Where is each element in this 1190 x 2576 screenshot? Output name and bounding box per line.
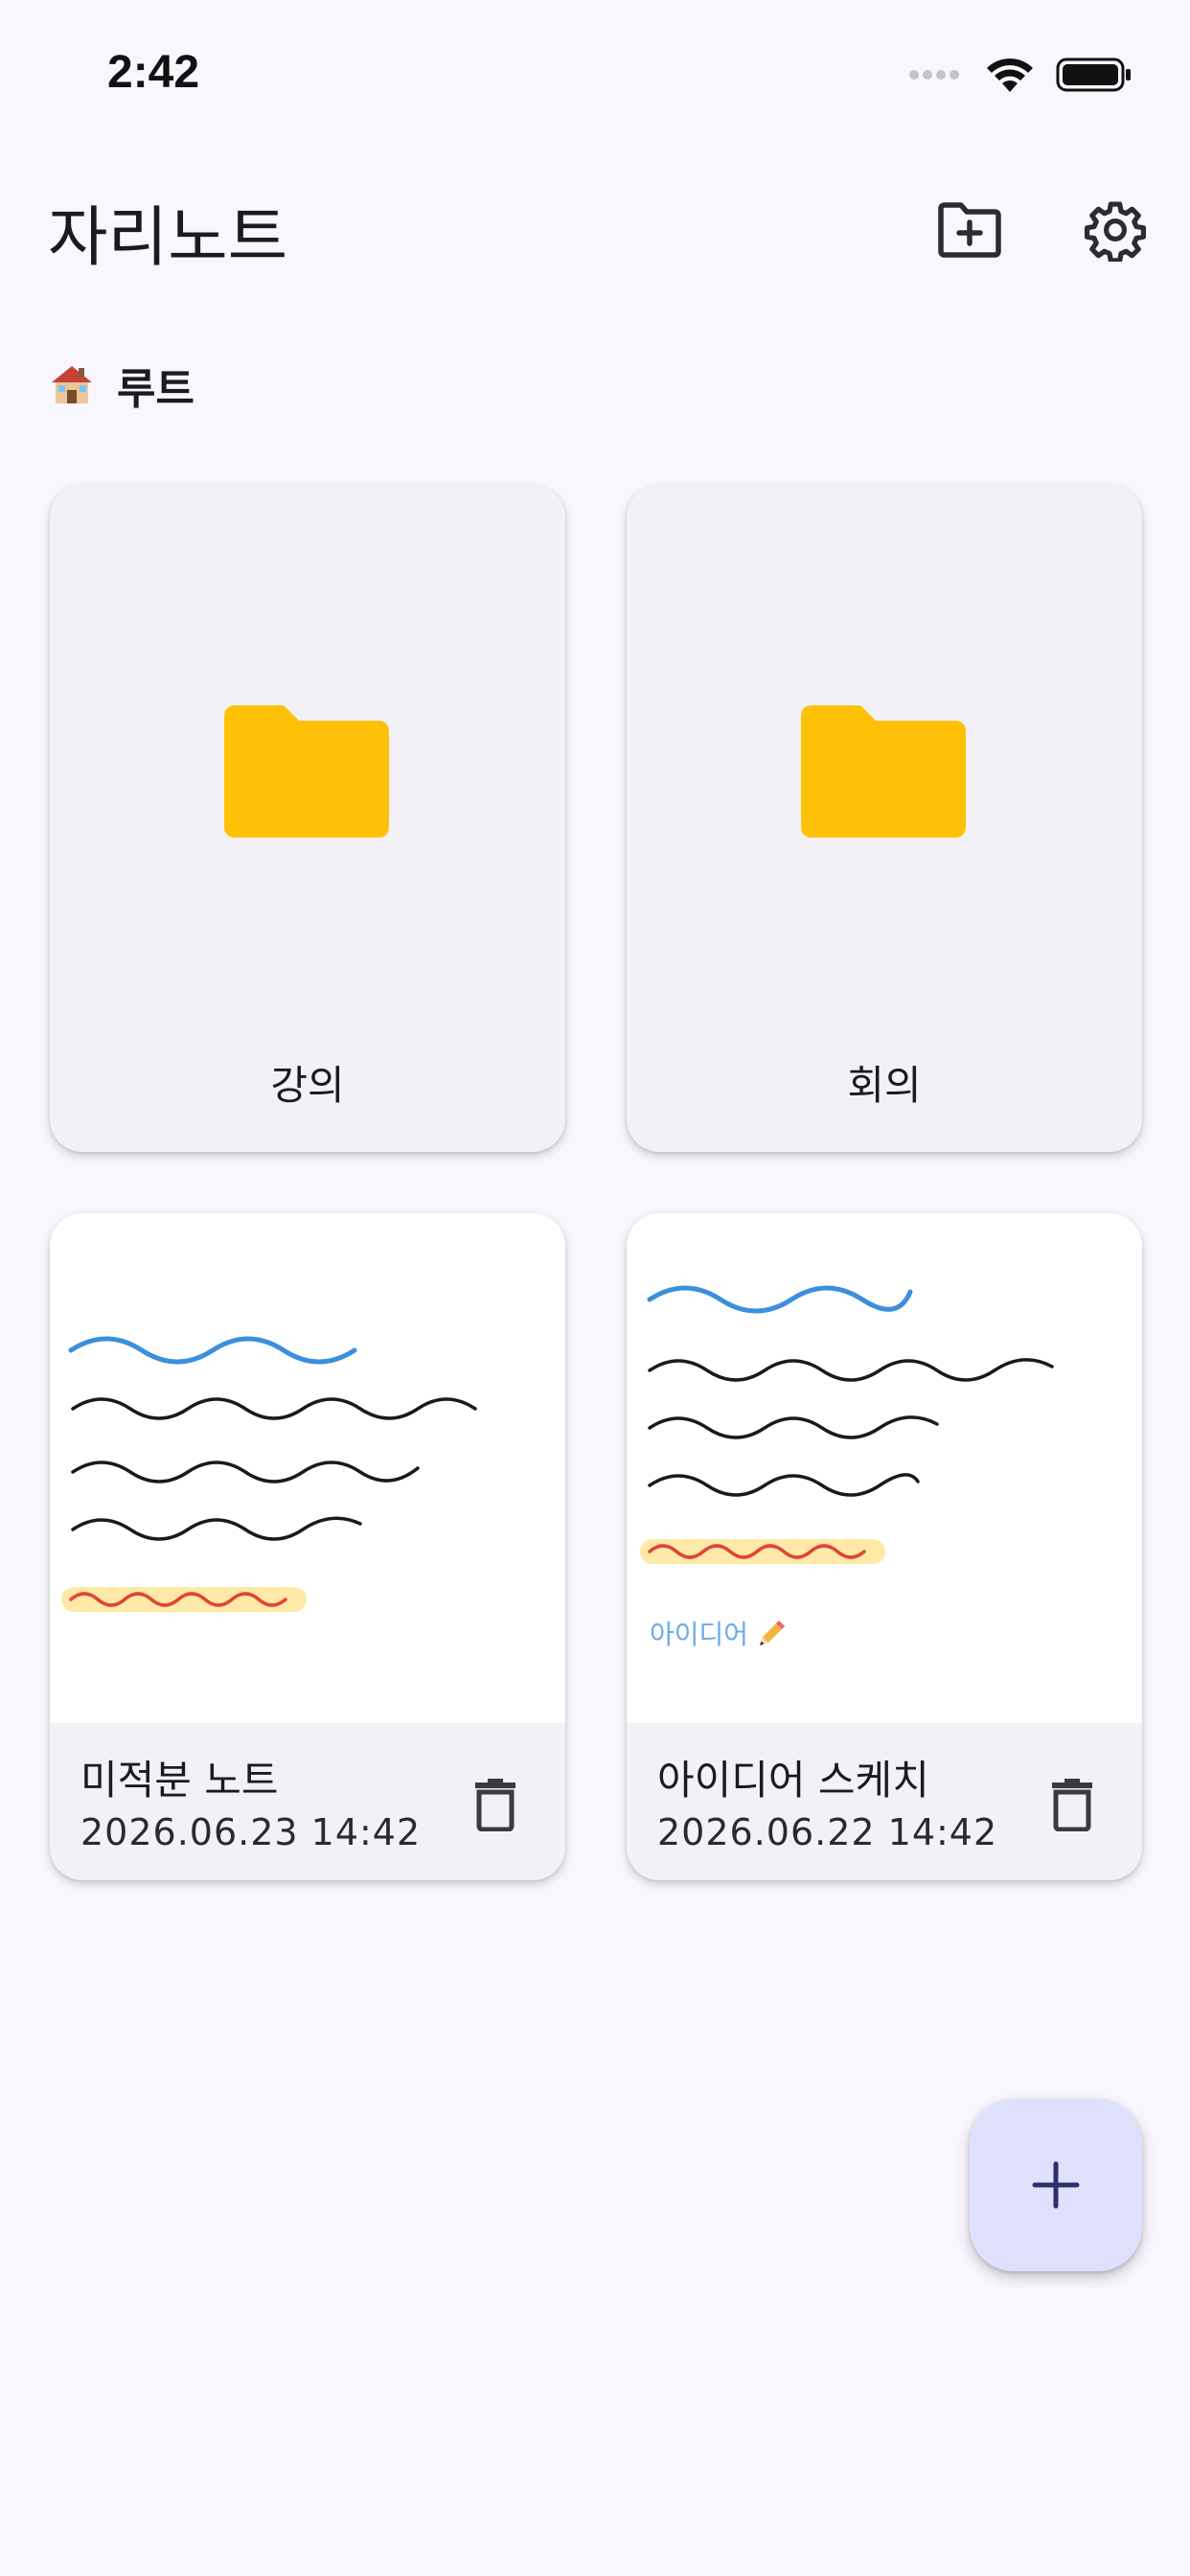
note-thumbnail: 아이디어 (627, 1213, 1142, 1723)
note-card-idea-sketch[interactable]: 아이디어 아이디어 스케치 2026.06.22 14:42 (627, 1213, 1142, 1880)
note-title: 미적분 노트 (80, 1757, 279, 1804)
create-new-folder-icon (938, 202, 1001, 258)
app-title: 자리노트 (48, 200, 288, 276)
folder-card-meeting[interactable]: 회의 (627, 485, 1142, 1152)
note-footer: 아이디어 스케치 2026.06.22 14:42 (627, 1723, 1142, 1880)
folder-name: 강의 (270, 1062, 345, 1109)
trash-icon (475, 1779, 515, 1831)
breadcrumb-label: 루트 (117, 365, 195, 414)
settings-button[interactable] (1075, 190, 1156, 270)
status-bar: 2:42 (0, 0, 1190, 144)
folder-name: 회의 (847, 1062, 922, 1109)
folder-icon (224, 705, 389, 838)
wifi-icon (987, 58, 1033, 92)
new-folder-button[interactable] (929, 190, 1010, 270)
note-date: 2026.06.23 14:42 (80, 1811, 422, 1853)
add-note-button[interactable] (970, 2099, 1142, 2271)
delete-note-button[interactable] (462, 1765, 529, 1842)
note-title: 아이디어 스케치 (657, 1757, 929, 1804)
note-thumbnail-drawing (61, 1336, 477, 1612)
trash-icon (1052, 1779, 1092, 1831)
delete-note-button[interactable] (1039, 1765, 1106, 1842)
gear-icon (1084, 201, 1147, 262)
battery-icon (1056, 58, 1131, 92)
note-thumbnail (50, 1213, 565, 1723)
signal-icon (909, 70, 959, 80)
note-thumbnail-text: 아이디어 (650, 1614, 789, 1652)
house-icon (52, 366, 92, 403)
note-card-calculus[interactable]: 미적분 노트 2026.06.23 14:42 (50, 1213, 565, 1880)
note-footer: 미적분 노트 2026.06.23 14:42 (50, 1723, 565, 1880)
note-date: 2026.06.22 14:42 (657, 1811, 998, 1853)
breadcrumb[interactable]: 루트 (50, 355, 195, 416)
status-icons (908, 56, 1133, 94)
thumb-text-label: 아이디어 (650, 1619, 749, 1650)
folder-card-lecture[interactable]: 강의 (50, 485, 565, 1152)
plus-icon (1032, 2161, 1080, 2209)
folder-icon (801, 705, 966, 838)
status-time: 2:42 (107, 47, 200, 98)
pencil-icon (760, 1621, 786, 1645)
